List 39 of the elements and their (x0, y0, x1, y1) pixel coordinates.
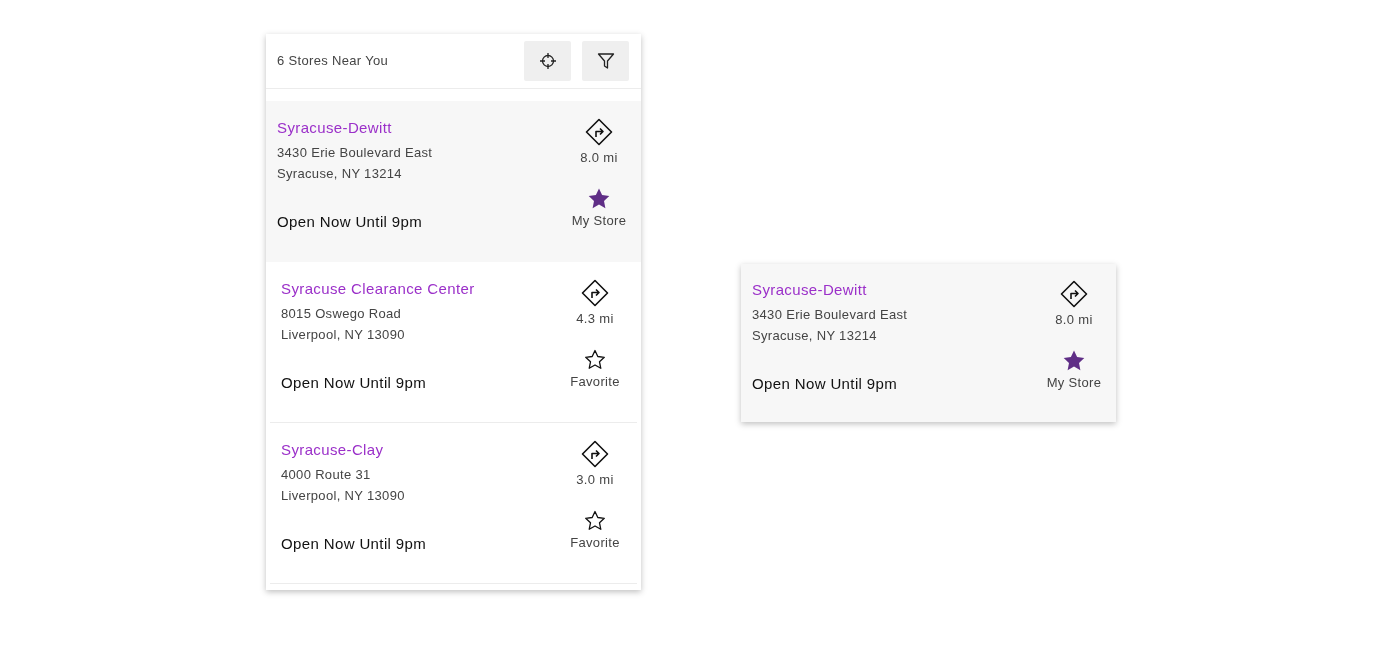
directions-sign-icon[interactable] (585, 118, 613, 146)
star-icon (588, 187, 610, 209)
store-hours: Open Now Until 9pm (752, 374, 899, 394)
store-card[interactable]: Syracuse-Dewitt 3430 Erie Boulevard East Syracuse, NY 13214 Open Now Until 9pm 8.0 mi My Store (266, 101, 641, 262)
address-line: 3430 Erie Boulevard East (752, 306, 909, 324)
star-icon (1063, 349, 1085, 371)
store-hours: Open Now Until 9pm (277, 212, 424, 232)
favorite-toggle[interactable]: Favorite (570, 509, 620, 552)
distance-text: 3.0 mi (576, 471, 614, 489)
store-name-link[interactable]: Syracuse-Clay (281, 440, 559, 460)
star-outline-icon (584, 509, 606, 531)
address-line: 4000 Route 31 (281, 466, 372, 484)
address-line: Liverpool, NY 13090 (281, 326, 406, 344)
store-detail-card[interactable]: Syracuse-Dewitt 3430 Erie Boulevard East Syracuse, NY 13214 Open Now Until 9pm 8.0 mi My Store (741, 264, 1116, 422)
directions-sign-icon[interactable] (1060, 280, 1088, 308)
store-name-link[interactable]: Syracuse-Dewitt (752, 280, 1038, 300)
address-line: 8015 Oswego Road (281, 305, 403, 323)
filter-icon (596, 52, 615, 70)
store-count-title: 6 Stores Near You (277, 52, 390, 71)
star-outline-icon (584, 348, 606, 370)
directions-sign-icon[interactable] (581, 279, 609, 307)
store-name-link[interactable]: Syracuse Clearance Center (281, 279, 559, 299)
locate-button[interactable] (524, 41, 571, 81)
filter-button[interactable] (582, 41, 629, 81)
directions-sign-icon[interactable] (581, 440, 609, 468)
address-line: 3430 Erie Boulevard East (277, 144, 434, 162)
store-name-link[interactable]: Syracuse-Dewitt (277, 118, 563, 138)
favorite-toggle[interactable]: Favorite (570, 348, 620, 391)
favorite-toggle[interactable]: My Store (571, 187, 627, 230)
favorite-toggle[interactable]: My Store (1046, 349, 1102, 392)
distance-text: 8.0 mi (1055, 311, 1093, 329)
store-hours: Open Now Until 9pm (281, 534, 428, 554)
address-line: Liverpool, NY 13090 (281, 487, 406, 505)
crosshair-icon (538, 52, 557, 70)
store-hours: Open Now Until 9pm (281, 373, 428, 393)
address-line: Syracuse, NY 13214 (277, 165, 403, 183)
distance-text: 8.0 mi (580, 149, 618, 167)
address-line: Syracuse, NY 13214 (752, 327, 878, 345)
distance-text: 4.3 mi (576, 310, 614, 328)
